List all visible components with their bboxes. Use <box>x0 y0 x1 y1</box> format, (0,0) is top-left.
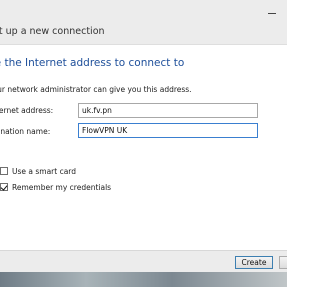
remember-credentials-checkbox[interactable] <box>0 183 8 191</box>
create-button[interactable]: Create <box>235 256 273 269</box>
page-heading: Type the Internet address to connect to <box>0 57 185 69</box>
smart-card-option[interactable]: Use a smart card <box>0 165 76 177</box>
wizard-header: Set up a new connection <box>0 22 287 45</box>
internet-address-label: Internet address: <box>0 106 54 115</box>
new-connection-dialog: Set up a new connection Type the Interne… <box>0 0 287 273</box>
smart-card-checkbox[interactable] <box>0 167 8 175</box>
wizard-title: Set up a new connection <box>0 26 105 37</box>
screen: Set up a new connection Type the Interne… <box>0 0 287 287</box>
desktop-background <box>0 272 287 287</box>
minimize-button[interactable] <box>265 4 279 16</box>
destination-name-label: Destination name: <box>0 127 51 136</box>
window-titlebar <box>0 0 287 22</box>
helper-text: Your network administrator can give you … <box>0 85 192 94</box>
dialog-footer: Create <box>0 250 287 273</box>
remember-credentials-option[interactable]: Remember my credentials <box>0 181 111 193</box>
cancel-button[interactable] <box>279 256 287 269</box>
smart-card-label: Use a smart card <box>12 166 77 176</box>
minimize-icon <box>268 13 276 14</box>
destination-name-input[interactable]: FlowVPN UK <box>78 123 258 138</box>
internet-address-input[interactable]: uk.fv.pn <box>78 103 258 118</box>
remember-credentials-label: Remember my credentials <box>12 182 112 192</box>
